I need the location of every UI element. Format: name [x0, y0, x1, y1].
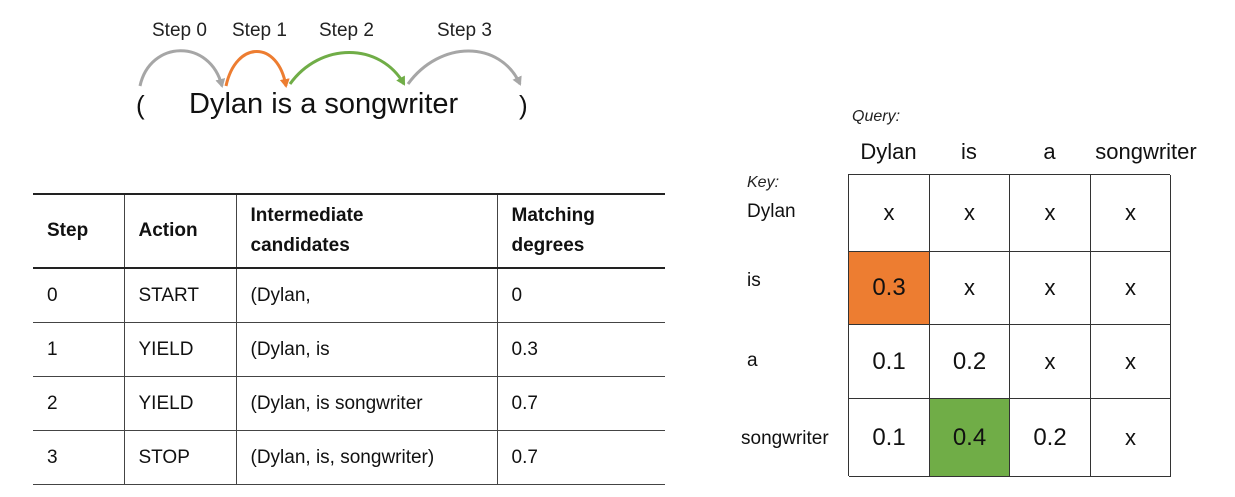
matrix-cell: x — [930, 175, 1010, 252]
matrix-cell: x — [1010, 175, 1091, 252]
table-row: 2 YIELD (Dylan, is songwriter 0.7 — [33, 376, 665, 431]
cell-candidates: (Dylan, is — [235, 322, 497, 377]
matrix-cell: x — [1091, 325, 1171, 399]
cell-matching: 0.7 — [496, 430, 665, 485]
step-3-label: Step 3 — [437, 20, 492, 41]
header-matching: Matching degrees — [496, 194, 665, 268]
query-token-songwriter: songwriter — [1095, 139, 1197, 164]
key-token-dylan: Dylan — [747, 201, 796, 222]
matrix-cell: 0.2 — [930, 325, 1010, 399]
matrix-cell: x — [930, 252, 1010, 325]
cell-matching: 0.3 — [496, 322, 665, 377]
table-row: 3 STOP (Dylan, is, songwriter) 0.7 — [33, 430, 665, 485]
key-token-a: a — [747, 350, 758, 371]
cell-step: 3 — [47, 446, 58, 468]
step-2-label: Step 2 — [319, 20, 374, 41]
attention-matrix: x x x x 0.3 x x x 0.1 0.2 x x 0.1 0.4 0.… — [848, 174, 1171, 477]
cell-candidates: (Dylan, is, songwriter) — [235, 430, 497, 485]
cell-action: STOP — [123, 430, 236, 485]
steps-table: Step Action Intermediate candidates Matc… — [33, 193, 665, 485]
header-step: Step — [47, 220, 89, 241]
cell-matching: 0 — [496, 268, 665, 323]
matrix-cell-highlight-orange: 0.3 — [849, 252, 930, 325]
header-candidates-text: Intermediate candidates — [250, 205, 364, 256]
cell-step: 0 — [47, 284, 58, 306]
key-token-is: is — [747, 270, 761, 291]
matrix-cell: x — [1010, 325, 1091, 399]
matrix-cell: x — [1091, 175, 1171, 252]
header-candidates: Intermediate candidates — [235, 194, 497, 268]
cell-action: YIELD — [123, 376, 236, 431]
query-token-dylan: Dylan — [860, 139, 917, 164]
cell-step: 1 — [47, 338, 58, 360]
matrix-cell: x — [1091, 399, 1171, 477]
cell-step: 2 — [47, 392, 58, 414]
cell-candidates: (Dylan, is songwriter — [235, 376, 497, 431]
matrix-cell-highlight-green: 0.4 — [930, 399, 1010, 477]
key-label: Key: — [747, 174, 780, 191]
arc-step-1 — [224, 50, 290, 88]
open-paren: ( — [136, 90, 145, 120]
matrix-cell: x — [1091, 252, 1171, 325]
step-0-label: Step 0 — [152, 20, 207, 41]
query-token-is: is — [961, 139, 977, 164]
key-token-songwriter: songwriter — [741, 428, 829, 449]
cell-candidates: (Dylan, — [235, 268, 497, 323]
cell-matching: 0.7 — [496, 376, 665, 431]
table-row: 0 START (Dylan, 0 — [33, 268, 665, 323]
arc-step-3 — [406, 49, 522, 86]
matrix-cell: x — [1010, 252, 1091, 325]
step-1-label: Step 1 — [232, 20, 287, 41]
arc-step-2 — [288, 51, 406, 86]
sentence: Dylan is a songwriter — [189, 88, 459, 120]
matrix-cell: x — [849, 175, 930, 252]
matrix-cell: 0.1 — [849, 325, 930, 399]
query-token-a: a — [1043, 139, 1056, 164]
table-header-row: Step Action Intermediate candidates Matc… — [33, 194, 665, 268]
cell-action: START — [123, 268, 236, 323]
cell-action: YIELD — [123, 322, 236, 377]
close-paren: ) — [519, 90, 528, 120]
arc-step-0 — [138, 49, 226, 88]
matrix-cell: 0.1 — [849, 399, 930, 477]
header-action: Action — [123, 194, 236, 268]
query-label: Query: — [852, 108, 901, 125]
header-matching-text: Matching degrees — [511, 205, 595, 256]
table-row: 1 YIELD (Dylan, is 0.3 — [33, 322, 665, 377]
matrix-cell: 0.2 — [1010, 399, 1091, 477]
